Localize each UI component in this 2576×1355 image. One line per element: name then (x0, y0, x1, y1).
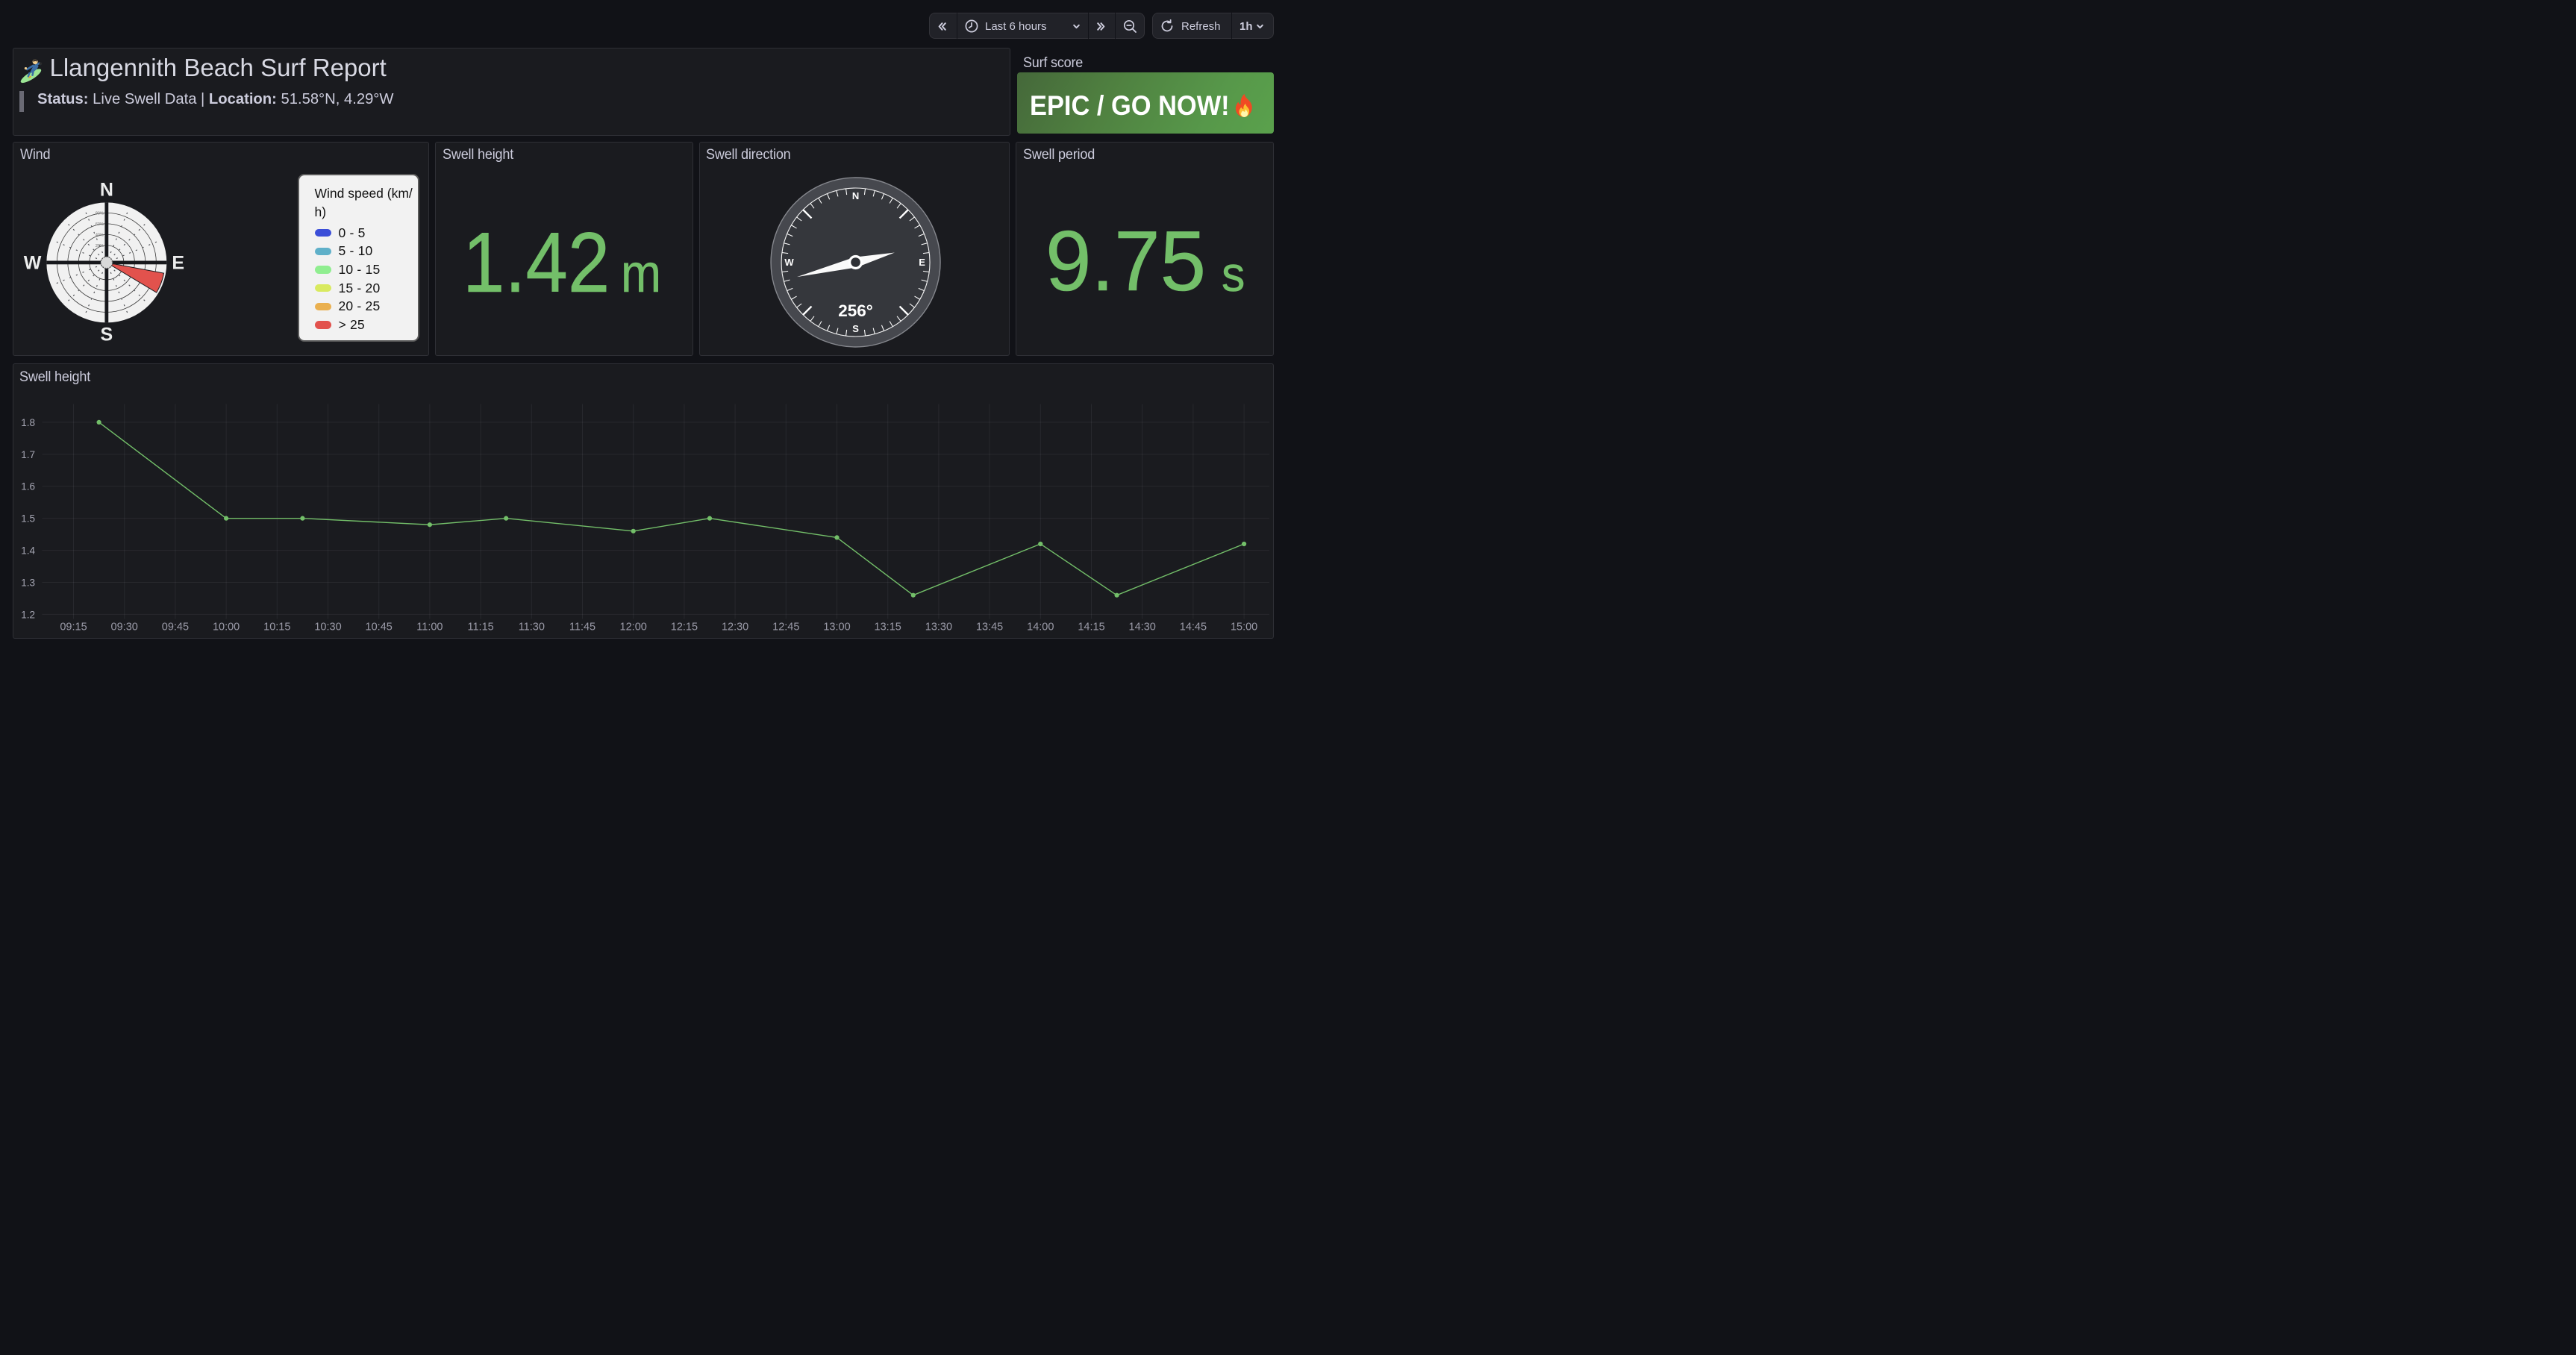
svg-text:E: E (172, 252, 184, 273)
svg-text:12:30: 12:30 (722, 621, 748, 633)
svg-text:S: S (852, 323, 859, 334)
svg-text:11:45: 11:45 (569, 621, 595, 633)
svg-text:14:00: 14:00 (1027, 621, 1054, 633)
svg-text:09:30: 09:30 (111, 621, 138, 633)
svg-text:1.3: 1.3 (21, 577, 35, 588)
svg-text:11:15: 11:15 (467, 621, 493, 633)
svg-text:10:15: 10:15 (263, 621, 290, 633)
svg-text:10:00: 10:00 (213, 621, 240, 633)
svg-text:15:00: 15:00 (1231, 621, 1257, 633)
svg-text:W: W (24, 252, 42, 273)
svg-text:13:00: 13:00 (823, 621, 850, 633)
svg-text:1.7: 1.7 (21, 448, 35, 460)
svg-text:W: W (784, 257, 794, 268)
svg-text:14:45: 14:45 (1180, 621, 1207, 633)
svg-text:11:00: 11:00 (416, 621, 443, 633)
svg-text:11:30: 11:30 (519, 621, 545, 633)
svg-text:14:15: 14:15 (1078, 621, 1104, 633)
svg-text:1.8: 1.8 (21, 416, 35, 428)
svg-text:1.4: 1.4 (21, 545, 35, 556)
svg-text:13:30: 13:30 (925, 621, 952, 633)
svg-text:13:15: 13:15 (875, 621, 901, 633)
svg-text:10:45: 10:45 (366, 621, 393, 633)
svg-text:09:15: 09:15 (60, 621, 87, 633)
svg-text:E: E (919, 257, 925, 268)
svg-text:N: N (100, 179, 113, 200)
svg-text:60%: 60% (96, 222, 104, 227)
svg-text:12:45: 12:45 (772, 621, 799, 633)
svg-text:09:45: 09:45 (162, 621, 189, 633)
svg-text:80%: 80% (96, 212, 104, 216)
svg-text:S: S (101, 324, 113, 345)
svg-text:13:45: 13:45 (976, 621, 1003, 633)
svg-text:10:30: 10:30 (314, 621, 341, 633)
svg-text:12:15: 12:15 (671, 621, 698, 633)
svg-text:1.6: 1.6 (21, 481, 35, 492)
svg-text:20%: 20% (96, 244, 104, 248)
svg-text:1.2: 1.2 (21, 609, 35, 620)
svg-text:14:30: 14:30 (1129, 621, 1156, 633)
svg-text:1.5: 1.5 (21, 513, 35, 524)
svg-text:40%: 40% (96, 234, 104, 238)
svg-text:N: N (852, 190, 859, 201)
svg-text:256°: 256° (838, 301, 873, 320)
svg-text:12:00: 12:00 (620, 621, 647, 633)
